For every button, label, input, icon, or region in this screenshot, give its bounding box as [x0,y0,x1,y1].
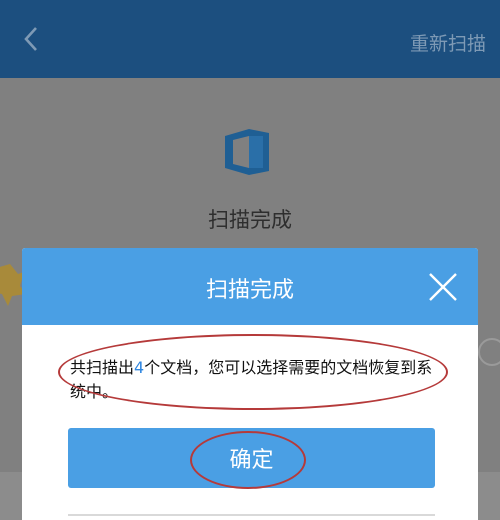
dialog-header: 扫描完成 [22,248,478,325]
back-button[interactable] [14,22,48,56]
background-title: 扫描完成 [208,208,292,232]
chevron-left-icon [24,27,37,51]
dialog-divider [68,514,435,516]
scan-complete-dialog: 扫描完成 共扫描出4个文档，您可以选择需要的文档恢复到系统中。 确定 [22,248,478,520]
close-icon [429,273,457,301]
annotation-ellipse-confirm [190,431,306,489]
rescan-button[interactable]: 重新扫描 [410,29,486,56]
close-button[interactable] [426,270,460,304]
office-icon [225,129,269,175]
top-app-bar: 重新扫描 [0,0,500,78]
dialog-title: 扫描完成 [205,278,294,303]
toggle-ring-decoration [478,338,500,366]
annotation-ellipse-message [58,334,448,410]
